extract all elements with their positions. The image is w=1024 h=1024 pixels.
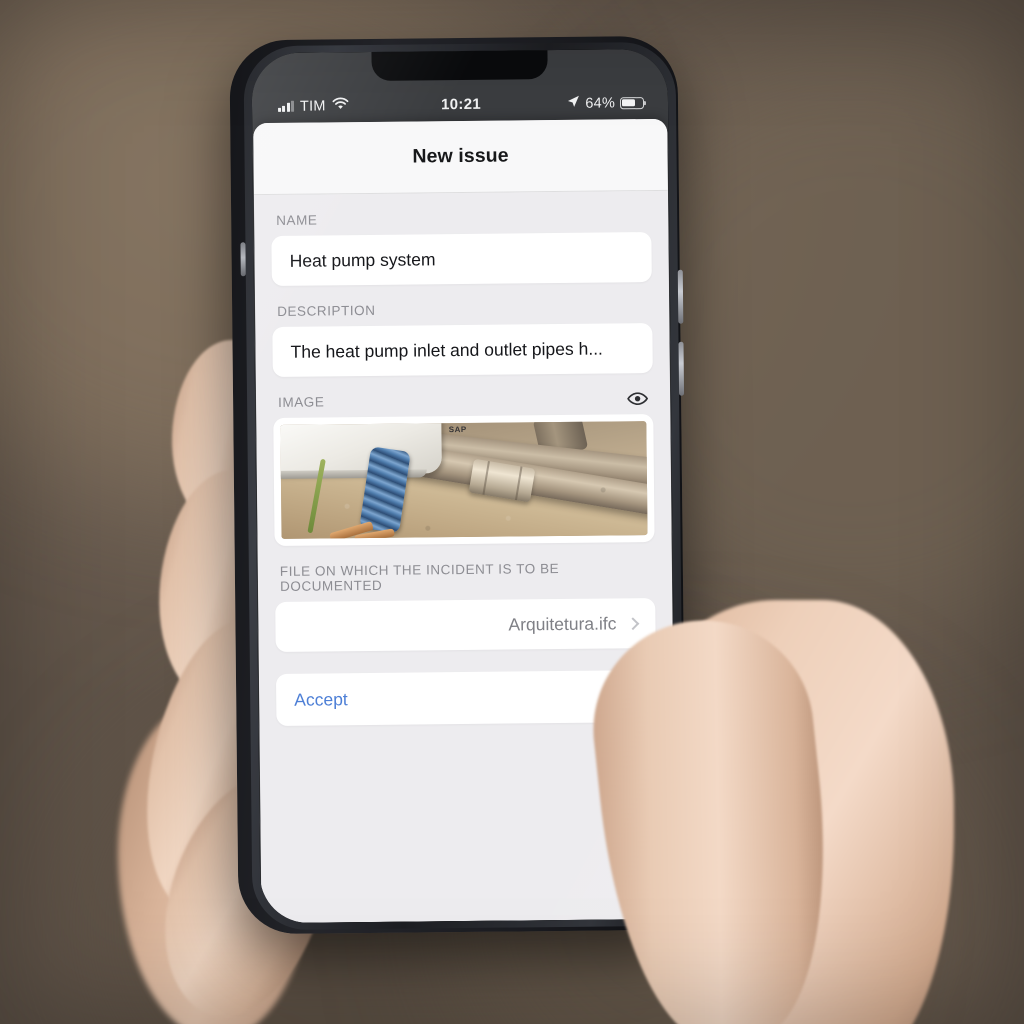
file-selector-row[interactable]: Arquitetura.ifc bbox=[275, 598, 656, 652]
name-section-label: NAME bbox=[276, 212, 318, 228]
eye-icon[interactable] bbox=[627, 392, 649, 406]
status-bar-right: 64% bbox=[481, 94, 645, 113]
file-selector-value: Arquitetura.ifc bbox=[508, 612, 617, 635]
description-input[interactable]: The heat pump inlet and outlet pipes h..… bbox=[272, 323, 653, 377]
issue-photo: SAP bbox=[280, 421, 648, 539]
location-arrow-icon bbox=[567, 95, 580, 112]
volume-down-button[interactable] bbox=[678, 341, 685, 396]
status-bar-left: TIM bbox=[278, 96, 441, 115]
image-preview-card[interactable]: SAP bbox=[273, 414, 655, 546]
volume-up-button[interactable] bbox=[677, 269, 684, 324]
photo-scene: TIM 10:21 64% New issue NAME Heat pump s… bbox=[0, 0, 1024, 1024]
battery-percent-label: 64% bbox=[585, 94, 616, 112]
name-input-value: Heat pump system bbox=[289, 248, 436, 271]
file-section-label: FILE ON WHICH THE INCIDENT IS TO BE DOCU… bbox=[279, 561, 560, 594]
page-title: New issue bbox=[412, 144, 509, 168]
modal-navigation-bar: New issue bbox=[253, 118, 668, 196]
name-input[interactable]: Heat pump system bbox=[271, 232, 652, 287]
clock-label: 10:21 bbox=[440, 95, 482, 114]
chevron-right-icon bbox=[626, 616, 640, 630]
accept-button-label: Accept bbox=[294, 688, 348, 710]
description-section-label: DESCRIPTION bbox=[277, 302, 376, 319]
image-section-header: IMAGE bbox=[256, 373, 670, 418]
wifi-icon bbox=[331, 97, 348, 114]
image-section-label: IMAGE bbox=[278, 394, 325, 410]
description-input-value: The heat pump inlet and outlet pipes h..… bbox=[290, 338, 603, 362]
mute-switch[interactable] bbox=[240, 242, 246, 277]
cellular-bars-icon bbox=[278, 100, 295, 112]
carrier-label: TIM bbox=[299, 97, 326, 115]
battery-icon bbox=[619, 96, 645, 109]
display-notch bbox=[371, 50, 548, 81]
